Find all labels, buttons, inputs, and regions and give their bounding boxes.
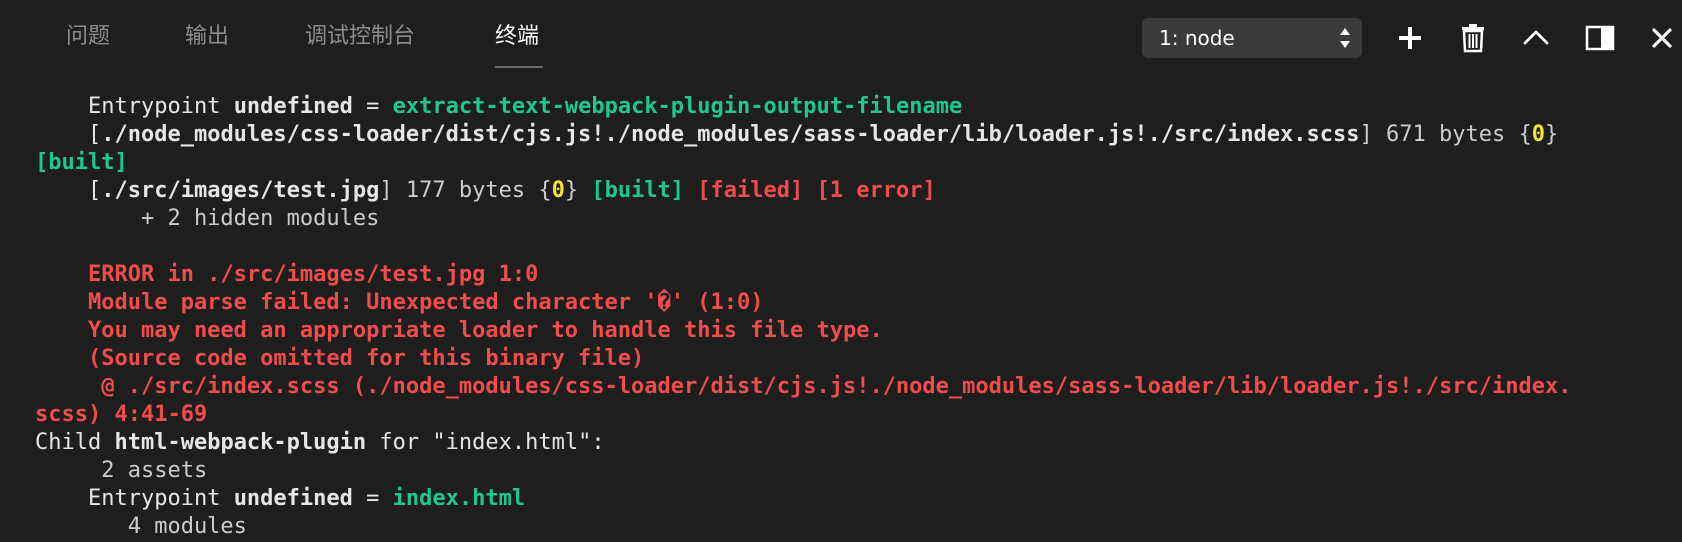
tab-debug-console[interactable]: 调试控制台 bbox=[305, 18, 415, 70]
split-panel-icon bbox=[1585, 25, 1615, 51]
maximize-panel-button[interactable] bbox=[1516, 18, 1556, 58]
close-panel-button[interactable] bbox=[1642, 18, 1682, 58]
terminal-line: Child html-webpack-plugin for "index.htm… bbox=[35, 430, 605, 455]
error-line: Module parse failed: Unexpected characte… bbox=[35, 290, 764, 315]
kill-terminal-button[interactable] bbox=[1453, 18, 1493, 58]
terminal-panel: 问题 输出 调试控制台 终端 1: node Entrypoint undefi… bbox=[0, 0, 1682, 542]
tab-output[interactable]: 输出 bbox=[185, 18, 229, 70]
terminal-selector-value: 1: node bbox=[1159, 26, 1235, 50]
tab-terminal[interactable]: 终端 bbox=[495, 18, 539, 70]
terminal-line: 4 modules bbox=[35, 514, 247, 539]
chevron-up-icon bbox=[1523, 30, 1549, 45]
terminal-selector[interactable]: 1: node bbox=[1142, 18, 1362, 58]
terminal-line: 2 assets bbox=[35, 458, 208, 483]
error-line: ERROR in ./src/images/test.jpg 1:0 bbox=[35, 262, 539, 287]
panel-header: 问题 输出 调试控制台 终端 1: node bbox=[0, 0, 1682, 72]
terminal-line: [./src/images/test.jpg] 177 bytes {0} [b… bbox=[87, 178, 936, 203]
error-line: You may need an appropriate loader to ha… bbox=[35, 318, 883, 343]
tab-problems[interactable]: 问题 bbox=[66, 18, 110, 70]
active-tab-indicator bbox=[495, 66, 543, 68]
terminal-line: + 2 hidden modules bbox=[35, 206, 380, 231]
error-line: (Source code omitted for this binary fil… bbox=[35, 346, 645, 371]
terminal-line: [built] bbox=[35, 150, 128, 175]
error-line: @ ./src/index.scss (./node_modules/css-l… bbox=[35, 374, 1572, 399]
new-terminal-button[interactable] bbox=[1390, 18, 1430, 58]
terminal-line: Entrypoint undefined = extract-text-webp… bbox=[87, 94, 963, 119]
toggle-panel-position-button[interactable] bbox=[1580, 18, 1620, 58]
terminal-output[interactable]: Entrypoint undefined = extract-text-webp… bbox=[0, 86, 1682, 542]
select-arrows-icon bbox=[1340, 28, 1350, 48]
close-icon bbox=[1652, 28, 1672, 48]
terminal-line: [./node_modules/css-loader/dist/cjs.js!.… bbox=[87, 122, 1559, 147]
error-line: scss) 4:41-69 bbox=[35, 402, 208, 427]
trash-icon bbox=[1462, 24, 1484, 53]
terminal-line: Entrypoint undefined = index.html bbox=[87, 486, 526, 511]
plus-icon bbox=[1399, 27, 1421, 49]
